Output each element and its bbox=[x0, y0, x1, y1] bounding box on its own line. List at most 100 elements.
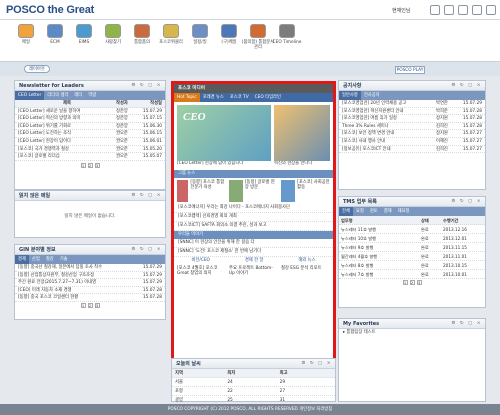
row-date: 15.07.28 bbox=[462, 108, 482, 114]
page-1[interactable]: 1 bbox=[80, 302, 86, 308]
table-row[interactable]: [포스코영업관] 혁신지원센터 안내 박희준 15.07.28 bbox=[339, 108, 485, 116]
panel-header: TMS 업무 목록 ⚙ ↻ ▢ × bbox=[339, 197, 485, 207]
tms-row[interactable]: 뉴스레터 9호 발행 완료 2013.11.15 bbox=[339, 243, 485, 252]
magazine-item[interactable]: [포스코 4월호] 포스코 Great 창업의 의지 bbox=[177, 266, 226, 277]
tms-row[interactable]: 뉴스레터 10호 발행 완료 2013.12.01 bbox=[339, 234, 485, 243]
app-item[interactable]: CEO Timeline bbox=[269, 24, 305, 45]
magazine-link[interactable]: 비전/CEO bbox=[191, 257, 209, 265]
row-date: 15.07.27 bbox=[462, 146, 482, 152]
tms-row[interactable]: 뉴스레터 7호 발행 완료 2013.10.01 bbox=[339, 270, 485, 279]
table-row[interactable]: [정보공유] 포스코ICT 안내 김희진 15.07.27 bbox=[339, 146, 485, 154]
notification-icon[interactable] bbox=[444, 5, 454, 15]
favorite-label: 통합팀장 테스트 bbox=[346, 330, 376, 335]
thumb-caption: [동향] 포스코 통합 전문가 육성 bbox=[190, 179, 225, 191]
tms-row[interactable]: 뉴스레터 8호 발행 완료 2013.10.15 bbox=[339, 261, 485, 270]
table-row[interactable]: [CEO Letter] 도전하는 조직 권오준 15.06.15 bbox=[15, 130, 165, 138]
tab-ceo-letter[interactable]: CEO Letter bbox=[15, 91, 45, 100]
panel-controls[interactable]: ⚙ ↻ ▢ × bbox=[301, 359, 332, 369]
thumb-2[interactable]: [동정] 글로벌 현장 방문 bbox=[229, 179, 278, 202]
panel-controls[interactable]: ⚙ ↻ ▢ × bbox=[131, 245, 162, 255]
tab-posco-tv[interactable]: 포스코 TV bbox=[227, 93, 252, 102]
page-3[interactable]: 3 bbox=[416, 280, 422, 285]
news-link[interactable]: [SNNC] 이 현장의 안전을 위해 한 걸음 더 bbox=[174, 239, 333, 248]
table-row[interactable]: [CEO Letter] 혁신의 방향과 의미 정준양 15.07.15 bbox=[15, 115, 165, 123]
settings-icon[interactable] bbox=[430, 5, 440, 15]
table-row[interactable]: [동향] 산업통상자원부, 철강산업 구조조정 15.07.29 bbox=[15, 272, 165, 280]
magazine-link[interactable]: 해외 뉴스 bbox=[298, 257, 315, 265]
table-row[interactable]: [포스코] 보안 정책 변경 안내 정지원 15.07.27 bbox=[339, 130, 485, 138]
logo[interactable]: POSCO the Great bbox=[6, 4, 94, 16]
table-row[interactable]: [포스코] 글로벌 리더십 권오준 15.05.07 bbox=[15, 153, 165, 161]
table-row[interactable]: [동향] 중국산 철강재, 일본에서 덤핑 조사 착수 15.07.29 bbox=[15, 264, 165, 272]
tab-all[interactable]: 전체 bbox=[339, 207, 353, 216]
tms-row[interactable]: 뉴스레터 11호 발행 완료 2013.12.16 bbox=[339, 225, 485, 234]
tab-approval[interactable]: 결재 bbox=[381, 207, 395, 216]
tab-steel[interactable]: 철강 bbox=[43, 255, 57, 264]
tab-competency[interactable]: 역량 bbox=[85, 91, 99, 100]
table-row[interactable]: [동향] 중국 포스코 코일센터 현황 15.07.28 bbox=[15, 294, 165, 302]
logout-icon[interactable] bbox=[486, 5, 496, 15]
table-row[interactable]: [포스코] 사내 행사 안내 이혜진 15.07.27 bbox=[339, 138, 485, 146]
side-news[interactable]: 혁신의 현장을 만나다 bbox=[274, 105, 330, 167]
pager: 1 2 3 bbox=[339, 279, 485, 287]
magazine-link[interactable]: 경제 한 달 bbox=[245, 257, 264, 265]
page-2[interactable]: 2 bbox=[87, 302, 93, 308]
tab-company[interactable]: 전사공지 bbox=[361, 91, 383, 100]
row-author: 권오준 bbox=[116, 146, 128, 152]
featured-row: CEO [CEO Letter] 현장에 답이 있습니다 혁신의 현장을 만나다 bbox=[174, 102, 333, 170]
page-2[interactable]: 2 bbox=[409, 280, 415, 285]
table-row[interactable]: 주간 원료 전망(2015.7.27~7.31) 이내영 15.07.29 bbox=[15, 279, 165, 287]
page-1[interactable]: 1 bbox=[80, 162, 86, 168]
news-link[interactable]: [포스코ICT] SAFTA 회의소 의결 추진, 성과 보고 bbox=[174, 222, 333, 231]
tms-row[interactable]: 월간레터 4월호 발행 완료 2013.11.01 bbox=[339, 252, 485, 261]
panel-controls[interactable]: ⚙ ↻ ▢ × bbox=[451, 319, 482, 329]
tab-review[interactable]: 검토 bbox=[367, 207, 381, 216]
magazine-item[interactable]: 철강 ESG 분석 리포트 bbox=[281, 266, 330, 277]
tab-tech[interactable]: 기술 bbox=[57, 255, 71, 264]
page-2[interactable]: 2 bbox=[87, 162, 93, 168]
layout-button[interactable]: 레이아웃 bbox=[24, 65, 50, 73]
help-icon[interactable] bbox=[458, 5, 468, 15]
tab-economy[interactable]: 경제 bbox=[15, 255, 29, 264]
news-link[interactable]: [SNNC] '도전! 포스코 제철소' 한 번에 남기다 bbox=[174, 248, 333, 257]
home-icon[interactable] bbox=[472, 5, 482, 15]
tab-request[interactable]: 요청 bbox=[353, 207, 367, 216]
posco-play-button[interactable]: POSCO PLAY bbox=[395, 66, 425, 74]
user-name[interactable]: 현재인님 bbox=[392, 7, 410, 14]
tab-general[interactable]: 일반사항 bbox=[339, 91, 361, 100]
table-row[interactable]: [CEO] 미래 자동차 소재 경쟁 15.07.28 bbox=[15, 287, 165, 295]
app-icon bbox=[47, 24, 63, 38]
table-row[interactable]: [포스코] 국가 경쟁력과 철강 권오준 15.05.20 bbox=[15, 146, 165, 154]
thumb-3[interactable]: [포스코] 사회공헌 활동 bbox=[281, 179, 330, 202]
page-1[interactable]: 1 bbox=[402, 280, 408, 285]
table-row[interactable]: [CEO Letter] 위기를 기회로 정준양 15.06.30 bbox=[15, 123, 165, 131]
table-row[interactable]: Three 3% Rules 세미나 김희진 15.07.28 bbox=[339, 123, 485, 131]
thumb-1[interactable]: [동향] 포스코 통합 전문가 육성 bbox=[177, 179, 226, 202]
row-author: 김희진 bbox=[436, 123, 448, 129]
tab-ceo-timeline[interactable]: CEO 타임라인 bbox=[252, 93, 284, 102]
row-author: 박희준 bbox=[436, 108, 448, 114]
featured-news[interactable]: CEO [CEO Letter] 현장에 답이 있습니다 bbox=[177, 105, 271, 167]
table-row[interactable]: [포스코영업관] 20년 인력채용 공고 박연한 15.07.29 bbox=[339, 100, 485, 108]
tab-leader-thoughts[interactable]: 리더의 생각 bbox=[44, 91, 71, 100]
favorite-item[interactable]: ▸ 통합팀장 테스트 bbox=[339, 329, 485, 337]
tab-posco-news[interactable]: 포레경 뉴스 bbox=[200, 93, 227, 102]
tab-letter[interactable]: 레터 bbox=[71, 91, 85, 100]
table-row[interactable]: [포스코영업관] 여름 휴가 일정 정지원 15.07.28 bbox=[339, 115, 485, 123]
page-3[interactable]: 3 bbox=[94, 162, 100, 168]
news-link[interactable]: [포스코에너지] 우리는 최강 나이다 - 포스코에너지 사회봉사단 bbox=[174, 204, 333, 213]
weather-lo: 24 bbox=[227, 380, 233, 385]
page-3[interactable]: 3 bbox=[94, 302, 100, 308]
news-link[interactable]: [포스코켐텍] 신뢰경영 회의 개최 bbox=[174, 213, 333, 222]
panel-controls[interactable]: ⚙ ↻ ▢ × bbox=[451, 81, 482, 91]
tab-rerequest[interactable]: 재요청 bbox=[395, 207, 413, 216]
tab-industry[interactable]: 산업 bbox=[29, 255, 43, 264]
panel-controls[interactable]: ⚙ ↻ ▢ × bbox=[131, 191, 162, 201]
tab-hot-topic[interactable]: Hot Topic bbox=[174, 93, 200, 102]
table-row[interactable]: [CEO Letter] 현장이 답이다 권오준 15.06.01 bbox=[15, 138, 165, 146]
table-row[interactable]: [CEO Letter] 새로운 날을 향하여 정준양 15.07.29 bbox=[15, 108, 165, 116]
app-icon bbox=[76, 24, 92, 38]
panel-controls[interactable]: ⚙ ↻ ▢ × bbox=[131, 81, 162, 91]
panel-controls[interactable]: ⚙ ↻ ▢ × bbox=[451, 197, 482, 207]
magazine-item[interactable]: 주요 프로젝트 Bottom-Up 이야기 bbox=[229, 266, 278, 277]
